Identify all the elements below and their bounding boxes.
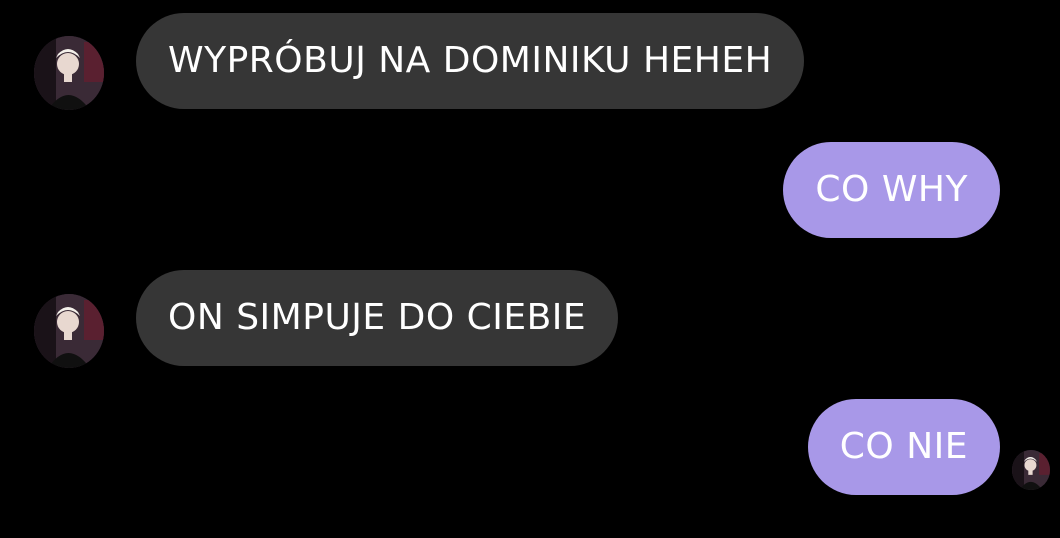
- incoming-message-bubble[interactable]: ON SIMPUJE DO CIEBIE: [136, 270, 619, 366]
- incoming-message-bubble[interactable]: WYPRÓBUJ NA DOMINIKU HEHEH: [136, 13, 805, 109]
- contact-avatar[interactable]: [34, 36, 104, 110]
- message-text: ON SIMPUJE DO CIEBIE: [168, 297, 587, 338]
- message-text: CO NIE: [839, 426, 968, 467]
- avatar-photo-icon: [34, 294, 104, 368]
- avatar-photo-icon: [34, 36, 104, 110]
- avatar-photo-icon: [1012, 450, 1050, 490]
- outgoing-message-bubble[interactable]: CO NIE: [807, 399, 1000, 495]
- message-text: WYPRÓBUJ NA DOMINIKU HEHEH: [168, 40, 773, 81]
- seen-receipt-avatar: [1012, 450, 1050, 490]
- contact-avatar[interactable]: [34, 294, 104, 368]
- outgoing-message-bubble[interactable]: CO WHY: [783, 142, 1000, 238]
- message-text: CO WHY: [815, 169, 968, 210]
